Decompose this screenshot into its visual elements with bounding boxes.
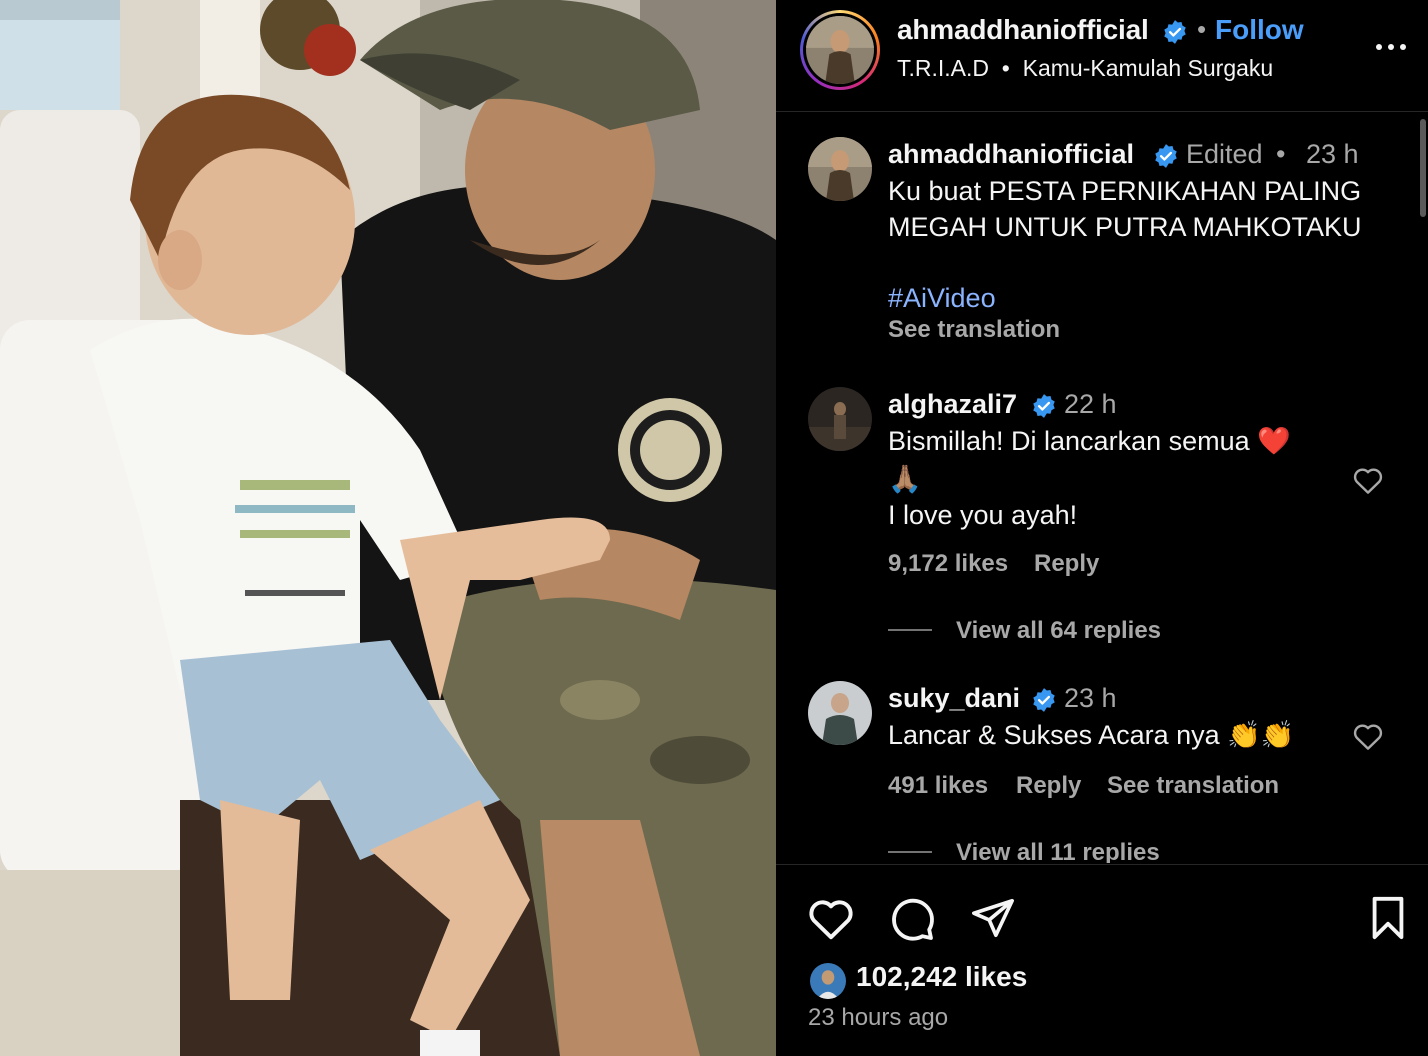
caption-text-line-1: Ku buat PESTA PERNIKAHAN PALING <box>888 176 1362 206</box>
post-actions: 102,242 likes 23 hours ago <box>776 864 1428 1056</box>
verified-badge-icon <box>1164 20 1186 44</box>
comment-text-line-1: Bismillah! Di lancarkan semua ❤️ <box>888 426 1291 456</box>
heart-icon[interactable] <box>806 895 856 941</box>
replies-divider <box>888 629 932 631</box>
post-header: ahmaddhaniofficial • Follow T.R.I.A.D • … <box>776 0 1428 112</box>
comment-like-heart-icon[interactable] <box>1352 721 1384 751</box>
header-username[interactable]: ahmaddhaniofficial <box>897 14 1149 46</box>
comment-username[interactable]: alghazali7 <box>888 389 1017 420</box>
post-media-video[interactable] <box>0 0 776 1056</box>
more-options-icon[interactable] <box>1374 38 1408 56</box>
caption-see-translation[interactable]: See translation <box>888 316 1060 344</box>
comment-timestamp[interactable]: 23 h <box>1064 683 1117 714</box>
comment-like-heart-icon[interactable] <box>1352 465 1384 495</box>
post-likes-count[interactable]: 102,242 likes <box>856 961 1027 993</box>
comment-likes-count[interactable]: 491 likes <box>888 772 988 800</box>
comment-text-line-2: 🙏🏽 <box>888 464 922 494</box>
caption-separator: • <box>1276 139 1286 169</box>
verified-badge-icon <box>1033 394 1055 418</box>
post-timestamp[interactable]: 23 hours ago <box>808 1004 948 1032</box>
header-separator: • <box>1197 14 1207 44</box>
audio-track-link[interactable]: T.R.I.A.D • Kamu-Kamulah Surgaku <box>897 55 1273 82</box>
view-replies-button[interactable]: View all 64 replies <box>956 617 1161 645</box>
comment-timestamp[interactable]: 22 h <box>1064 389 1117 420</box>
author-avatar[interactable] <box>800 10 880 90</box>
post-side-panel: ahmaddhaniofficial • Follow T.R.I.A.D • … <box>776 0 1428 1056</box>
comment-see-translation[interactable]: See translation <box>1107 772 1279 800</box>
comment-username[interactable]: suky_dani <box>888 683 1020 714</box>
verified-badge-icon <box>1033 688 1055 712</box>
caption-author-avatar[interactable] <box>808 137 872 201</box>
replies-divider <box>888 851 932 853</box>
video-frame <box>0 0 776 1056</box>
liker-avatar[interactable] <box>808 961 848 1001</box>
verified-badge-icon <box>1155 144 1177 168</box>
comments-list[interactable]: ahmaddhaniofficial Edited • 23 h Ku buat… <box>776 113 1428 863</box>
view-replies-button[interactable]: View all 11 replies <box>956 839 1160 863</box>
comment-reply-button[interactable]: Reply <box>1016 772 1081 800</box>
caption-timestamp[interactable]: 23 h <box>1306 139 1359 170</box>
comment-author-avatar[interactable] <box>808 387 872 451</box>
caption-hashtag[interactable]: #AiVideo <box>888 283 996 314</box>
comment-text-line-3: I love you ayah! <box>888 500 1078 530</box>
caption-username[interactable]: ahmaddhaniofficial <box>888 139 1134 170</box>
caption-edited-label: Edited <box>1186 139 1263 169</box>
comment-text-line-1: Lancar & Sukses Acara nya 👏👏 <box>888 720 1295 750</box>
comment-likes-count[interactable]: 9,172 likes <box>888 550 1008 578</box>
comments-scrollbar[interactable] <box>1420 119 1426 217</box>
comment-icon[interactable] <box>888 895 936 943</box>
follow-button[interactable]: Follow <box>1215 14 1304 46</box>
share-icon[interactable] <box>970 895 1016 941</box>
caption-text-line-2: MEGAH UNTUK PUTRA MAHKOTAKU <box>888 212 1362 242</box>
comment-reply-button[interactable]: Reply <box>1034 550 1099 578</box>
comment-author-avatar[interactable] <box>808 681 872 745</box>
bookmark-icon[interactable] <box>1368 895 1408 941</box>
